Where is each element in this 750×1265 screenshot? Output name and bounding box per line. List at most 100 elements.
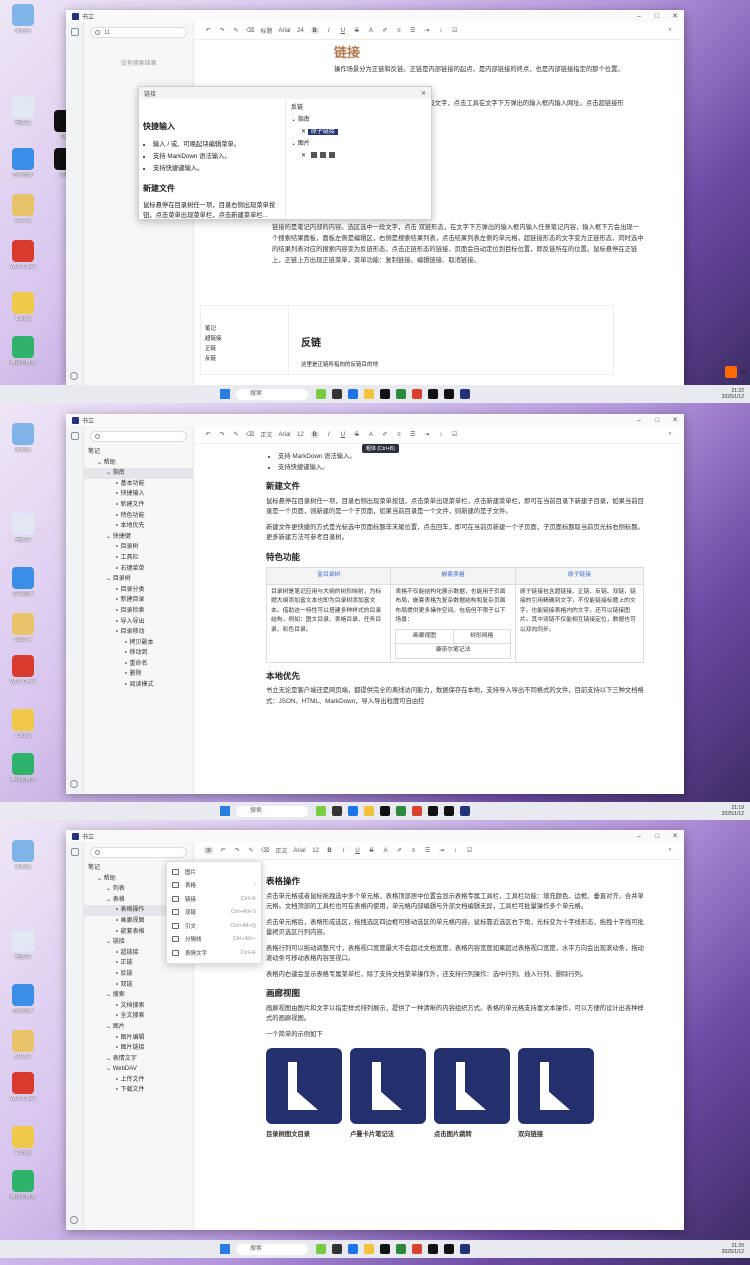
- app-icon[interactable]: [412, 806, 422, 816]
- editor-content[interactable]: 支持 MarkDown 语法输入。 支持快捷键输入。 新建文件 鼠标悬停在目录树…: [194, 444, 684, 794]
- clear-format-icon[interactable]: ⌫: [261, 847, 269, 854]
- tree-item[interactable]: ∘ 上传文件: [84, 1075, 193, 1086]
- size-select[interactable]: 12: [312, 848, 320, 854]
- settings-icon[interactable]: [70, 780, 78, 788]
- bold-icon[interactable]: B: [310, 27, 319, 34]
- line-height-icon[interactable]: ↕: [437, 28, 445, 34]
- italic-icon[interactable]: I: [325, 432, 333, 438]
- tree-item[interactable]: ∘ 导入导出: [84, 617, 193, 628]
- indent-icon[interactable]: ⇥: [423, 27, 431, 34]
- tree-item[interactable]: ∘ 特色功能: [84, 511, 193, 522]
- tree-item[interactable]: ⌄ 目录树: [84, 574, 193, 585]
- qq-icon[interactable]: [428, 806, 438, 816]
- clear-format-icon[interactable]: ⌫: [246, 27, 254, 34]
- tree-item[interactable]: ∘ 图片链接: [84, 1043, 193, 1054]
- font-select[interactable]: Arial: [279, 432, 291, 438]
- italic-icon[interactable]: I: [325, 28, 333, 34]
- menu-item-bilink[interactable]: 双链 Ctrl+Alt+S: [167, 906, 261, 920]
- list-icon[interactable]: ☰: [424, 847, 432, 854]
- task-icon[interactable]: ☑: [451, 431, 459, 438]
- menu-item-image[interactable]: 图片: [167, 865, 261, 879]
- close-icon[interactable]: ✕: [666, 832, 684, 840]
- align-icon[interactable]: ≡: [395, 432, 403, 438]
- tiktok-icon[interactable]: [444, 389, 454, 399]
- font-color-icon[interactable]: A: [367, 28, 375, 34]
- desktop-icon[interactable]: 腾讯应用宝: [4, 753, 42, 783]
- search-icon[interactable]: ⌕: [666, 847, 674, 854]
- tree-item[interactable]: ∘ 目录分类: [84, 585, 193, 596]
- app-icon[interactable]: [412, 389, 422, 399]
- tree-item[interactable]: ⌄ 搜索: [84, 990, 193, 1001]
- format-painter-icon[interactable]: ✎: [247, 847, 255, 854]
- desktop-icon[interactable]: 腾讯应用宝: [4, 1170, 42, 1200]
- tree-item[interactable]: ∘ 目录树: [84, 542, 193, 553]
- redo-icon[interactable]: ↷: [233, 847, 241, 854]
- minimize-icon[interactable]: –: [630, 417, 648, 424]
- app-icon[interactable]: [316, 806, 326, 816]
- notes-icon[interactable]: [70, 28, 79, 36]
- close-icon[interactable]: ✕: [666, 416, 684, 424]
- app-icon[interactable]: [396, 389, 406, 399]
- app-icon[interactable]: [412, 1244, 422, 1254]
- tree-item[interactable]: ∘ 新建文件: [84, 500, 193, 511]
- underline-icon[interactable]: U: [354, 848, 362, 854]
- tree-item[interactable]: ⌄ 表情文字: [84, 1054, 193, 1065]
- menu-item-quote[interactable]: 引文 Ctrl+Alt+Q: [167, 919, 261, 933]
- search-input[interactable]: [90, 431, 187, 442]
- size-select[interactable]: 24: [297, 28, 305, 34]
- undo-icon[interactable]: ↶: [204, 27, 212, 34]
- indent-icon[interactable]: ⇥: [438, 847, 446, 854]
- heading-select[interactable]: 正文: [276, 846, 288, 855]
- tree-item[interactable]: ∘ 工具栏: [84, 553, 193, 564]
- highlight-icon[interactable]: ✐: [381, 431, 389, 438]
- desktop-icon[interactable]: 回收站: [4, 513, 42, 543]
- highlight-icon[interactable]: ✐: [396, 847, 404, 854]
- minimize-icon[interactable]: –: [630, 833, 648, 840]
- desktop-icon[interactable]: 此电脑: [4, 4, 42, 34]
- undo-icon[interactable]: ↶: [204, 431, 212, 438]
- desktop-icon[interactable]: 回收站: [4, 96, 42, 126]
- tree-item[interactable]: ∘ 目录移动: [84, 627, 193, 638]
- tree-item[interactable]: ∘ 文档搜索: [84, 1001, 193, 1012]
- tree-item[interactable]: ⌄ 图片: [84, 1022, 193, 1033]
- maximize-icon[interactable]: □: [648, 417, 666, 424]
- format-painter-icon[interactable]: ✎: [232, 431, 240, 438]
- align-icon[interactable]: ≡: [410, 848, 418, 854]
- maximize-icon[interactable]: □: [648, 833, 666, 840]
- desktop-icon[interactable]: 控制面板: [4, 148, 42, 178]
- font-select[interactable]: Arial: [279, 28, 291, 34]
- tree-item[interactable]: 笔记: [84, 447, 193, 458]
- start-icon[interactable]: [220, 389, 230, 399]
- settings-icon[interactable]: [70, 372, 78, 380]
- desktop-icon[interactable]: 腾讯应用宝: [4, 336, 42, 366]
- app-icon[interactable]: [316, 1244, 326, 1254]
- tree-item[interactable]: ∘ 重命名: [84, 659, 193, 670]
- notes-icon[interactable]: [70, 432, 79, 440]
- strikethrough-icon[interactable]: S: [353, 28, 361, 34]
- tree-item[interactable]: ∘ 新建目录: [84, 595, 193, 606]
- tree-item[interactable]: ∘ 本地优先: [84, 521, 193, 532]
- desktop-icon[interactable]: Config: [4, 709, 42, 739]
- menu-item-table[interactable]: 表格 ›: [167, 879, 261, 893]
- close-icon[interactable]: ✕: [421, 90, 426, 97]
- close-icon[interactable]: ✕: [666, 12, 684, 20]
- underline-icon[interactable]: U: [339, 28, 347, 34]
- indent-icon[interactable]: ⇥: [423, 431, 431, 438]
- strikethrough-icon[interactable]: S: [368, 848, 376, 854]
- desktop-icon[interactable]: 回收站: [4, 930, 42, 960]
- strikethrough-icon[interactable]: S: [353, 432, 361, 438]
- start-icon[interactable]: [220, 806, 230, 816]
- folder-icon[interactable]: [364, 389, 374, 399]
- desktop-icon[interactable]: SIMS 4: [4, 194, 42, 224]
- desktop-icon[interactable]: 控制面板: [4, 984, 42, 1014]
- underline-icon[interactable]: U: [339, 432, 347, 438]
- search-input[interactable]: [90, 847, 187, 858]
- menu-item-emoji[interactable]: 表情文字 Ctrl+E: [167, 946, 261, 960]
- line-height-icon[interactable]: ↕: [437, 432, 445, 438]
- clear-format-icon[interactable]: ⌫: [246, 431, 254, 438]
- app-icon[interactable]: [396, 1244, 406, 1254]
- desktop-icon[interactable]: WPS Office: [4, 1072, 42, 1102]
- font-color-icon[interactable]: A: [367, 432, 375, 438]
- redo-icon[interactable]: ↷: [218, 27, 226, 34]
- app-icon[interactable]: [332, 806, 342, 816]
